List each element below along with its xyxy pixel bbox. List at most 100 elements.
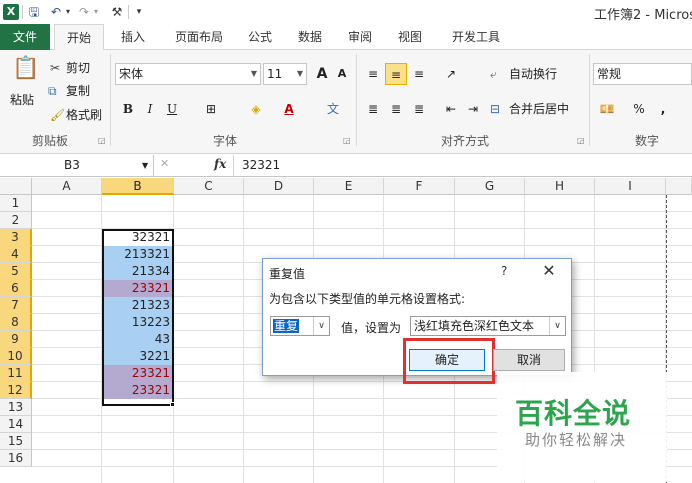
cell-b9[interactable]: 43 (103, 331, 173, 348)
font-name-select[interactable]: 宋体 ▼ (115, 63, 261, 85)
cancel-icon[interactable]: ✕ (160, 157, 169, 170)
select-all-corner[interactable] (0, 178, 32, 195)
percent-button[interactable]: % (628, 98, 650, 120)
cell-b12[interactable]: 23321 (103, 382, 173, 399)
font-color-icon[interactable]: A (278, 98, 300, 120)
format-painter-icon[interactable]: 🖌 (50, 107, 65, 123)
name-box[interactable]: B3 (0, 155, 154, 176)
font-size-select[interactable]: 11 ▼ (263, 63, 307, 85)
column-header-f[interactable]: F (384, 178, 455, 195)
currency-icon[interactable]: 💴 (596, 98, 618, 120)
save-icon[interactable]: 🖫 (27, 4, 41, 20)
tab-file[interactable]: 文件 (0, 24, 50, 50)
custom-tool-icon[interactable]: ⚒ (109, 4, 125, 20)
close-icon[interactable]: ✕ (538, 261, 560, 281)
row-header-15[interactable]: 15 (0, 433, 32, 450)
align-center-icon[interactable]: ≣ (385, 98, 407, 120)
ok-button[interactable]: 确定 (409, 349, 485, 371)
undo-dropdown-icon[interactable]: ▾ (64, 4, 72, 20)
cell-b5[interactable]: 21334 (103, 263, 173, 280)
copy-button[interactable]: 复制 (66, 83, 90, 99)
cell-b10[interactable]: 3221 (103, 348, 173, 365)
cancel-button[interactable]: 取消 (493, 349, 565, 371)
column-header-b[interactable]: B (102, 178, 174, 195)
cell-b11[interactable]: 23321 (103, 365, 173, 382)
copy-icon[interactable]: ⧉ (48, 83, 57, 99)
row-header-11[interactable]: 11 (0, 365, 32, 382)
column-header-g[interactable]: G (455, 178, 525, 195)
tab-review[interactable]: 审阅 (342, 24, 378, 50)
row-header-14[interactable]: 14 (0, 416, 32, 433)
increase-indent-icon[interactable]: ⇥ (462, 98, 484, 120)
column-header-e[interactable]: E (314, 178, 384, 195)
tab-formulas[interactable]: 公式 (242, 24, 278, 50)
shrink-font-button[interactable]: A (331, 63, 353, 85)
tab-view[interactable]: 视图 (392, 24, 428, 50)
clipboard-launcher-icon[interactable]: ◲ (98, 136, 107, 145)
number-format-select[interactable]: 常规 (593, 63, 692, 85)
wrap-text-icon[interactable]: ⤶ (490, 66, 497, 82)
bold-button[interactable]: B (117, 98, 139, 120)
underline-button[interactable]: U (161, 98, 183, 120)
cell-b8[interactable]: 13223 (103, 314, 173, 331)
align-bottom-icon[interactable]: ≡ (408, 63, 430, 85)
merge-center-button[interactable]: 合并后居中 (509, 101, 569, 117)
paste-icon[interactable]: 📋 (12, 56, 39, 82)
row-header-12[interactable]: 12 (0, 382, 32, 399)
row-header-8[interactable]: 8 (0, 314, 32, 331)
comma-button[interactable]: , (652, 98, 674, 120)
tab-developer[interactable]: 开发工具 (446, 24, 506, 50)
column-header-a[interactable]: A (32, 178, 102, 195)
fill-handle[interactable] (170, 402, 175, 407)
chevron-down-icon[interactable]: ∨ (313, 317, 329, 335)
grow-font-button[interactable]: A (311, 63, 333, 85)
cut-button[interactable]: 剪切 (66, 60, 90, 76)
tab-data[interactable]: 数据 (292, 24, 328, 50)
phonetic-button[interactable]: 文 (322, 98, 344, 120)
borders-icon[interactable]: ⊞ (200, 98, 222, 120)
row-header-3[interactable]: 3 (0, 229, 32, 246)
undo-icon[interactable]: ↶ (50, 4, 62, 20)
italic-button[interactable]: I (139, 98, 161, 120)
chevron-down-icon[interactable]: ∨ (549, 317, 565, 335)
formula-input[interactable]: 32321 (233, 155, 692, 176)
format-painter-button[interactable]: 格式刷 (66, 107, 102, 123)
fill-color-icon[interactable]: ◈ (245, 98, 267, 120)
align-right-icon[interactable]: ≣ (408, 98, 430, 120)
row-header-10[interactable]: 10 (0, 348, 32, 365)
wrap-text-button[interactable]: 自动换行 (509, 66, 557, 82)
column-header-h[interactable]: H (525, 178, 595, 195)
orientation-icon[interactable]: ↗ (440, 63, 462, 85)
tab-insert[interactable]: 插入 (112, 24, 154, 50)
row-header-7[interactable]: 7 (0, 297, 32, 314)
row-header-9[interactable]: 9 (0, 331, 32, 348)
decrease-indent-icon[interactable]: ⇤ (440, 98, 462, 120)
redo-dropdown-icon[interactable]: ▾ (92, 4, 100, 20)
value-type-select[interactable]: 重复 ∨ (270, 316, 330, 336)
font-launcher-icon[interactable]: ◲ (343, 136, 352, 145)
row-header-2[interactable]: 2 (0, 212, 32, 229)
tab-page-layout[interactable]: 页面布局 (168, 24, 230, 50)
column-header-c[interactable]: C (174, 178, 244, 195)
cell-b4[interactable]: 213321 (103, 246, 173, 263)
tab-home[interactable]: 开始 (54, 24, 104, 51)
cell-b7[interactable]: 21323 (103, 297, 173, 314)
align-top-icon[interactable]: ≡ (362, 63, 384, 85)
align-left-icon[interactable]: ≣ (362, 98, 384, 120)
format-style-select[interactable]: 浅红填充色深红色文本 ∨ (410, 316, 566, 336)
merge-center-icon[interactable]: ⊟ (490, 101, 500, 117)
alignment-launcher-icon[interactable]: ◲ (577, 136, 586, 145)
cut-icon[interactable]: ✂ (50, 60, 60, 76)
cell-b3[interactable]: 32321 (103, 229, 173, 246)
align-middle-icon[interactable]: ≡ (385, 63, 407, 85)
column-header-partial[interactable] (666, 178, 692, 195)
help-icon[interactable]: ? (501, 264, 507, 278)
column-header-d[interactable]: D (244, 178, 314, 195)
excel-app-icon[interactable]: X (3, 4, 19, 20)
redo-icon[interactable]: ↷ (78, 4, 90, 20)
row-header-5[interactable]: 5 (0, 263, 32, 280)
column-header-i[interactable]: I (595, 178, 666, 195)
paste-label[interactable]: 粘贴 (10, 92, 34, 108)
row-header-1[interactable]: 1 (0, 195, 32, 212)
row-header-4[interactable]: 4 (0, 246, 32, 263)
